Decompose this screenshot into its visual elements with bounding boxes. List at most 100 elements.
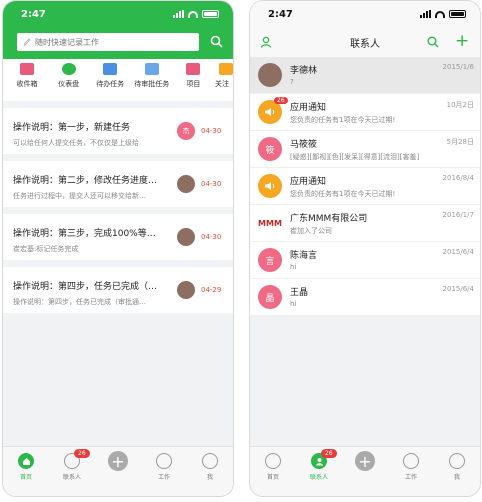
contact-date: 10月2日 <box>446 101 474 109</box>
contact-message: 您负责的任务有1项在今天已过期! <box>290 116 396 124</box>
unread-badge: 26 <box>274 97 288 104</box>
task-desc: 任务进行过程中，提交人还可以移交给新… <box>13 192 146 200</box>
contact-row[interactable]: 应用通知 您负责的任务有1项在今天已过期! 2016/8/4 <box>250 168 480 205</box>
profile-icon <box>202 453 218 469</box>
home-header: 2:47 <box>3 1 233 59</box>
tab-contacts[interactable]: 联系人 26 <box>52 449 92 496</box>
tab-label: 联系人 <box>309 474 328 481</box>
task-card[interactable]: 操作说明：第三步，完成100%等… 崔宏基:标记任务完成 04-30 <box>3 214 233 260</box>
task-date: 04-30 <box>201 233 222 241</box>
status-time: 2:47 <box>21 8 46 20</box>
tab-label: 联系人 <box>62 474 81 481</box>
compass-icon <box>403 453 419 469</box>
quick-inbox[interactable]: 收件箱 <box>7 63 47 101</box>
contact-row[interactable]: 筱 马筱筱 [疑惑][鄙视][色][发呆][得意][流泪][害羞] 5月28日 <box>250 131 480 168</box>
task-title: 操作说明：第四步，任务已完成（… <box>13 282 158 292</box>
tab-add[interactable]: + <box>345 451 385 496</box>
contact-row[interactable]: 李德林 ? 2015/1/6 <box>250 57 480 94</box>
edit-icon <box>23 37 31 46</box>
tab-label: 首页 <box>19 474 32 481</box>
dashboard-icon <box>61 63 76 75</box>
home-icon <box>265 453 281 469</box>
quick-dashboard[interactable]: 仪表盘 <box>49 63 89 101</box>
contact-row[interactable]: 26 应用通知 您负责的任务有1项在今天已过期! 10月2日 <box>250 94 480 131</box>
battery-icon <box>449 10 466 18</box>
contact-message: 崔加入了公司 <box>290 227 332 235</box>
tab-home[interactable]: 首页 <box>6 453 46 496</box>
contact-name: 应用通知 <box>290 103 327 113</box>
task-title: 操作说明：第三步，完成100%等… <box>13 229 156 239</box>
battery-icon <box>202 10 219 18</box>
quick-label: 待审批任务 <box>134 80 170 88</box>
add-icon[interactable]: + <box>455 31 469 51</box>
status-bar: 2:47 <box>3 1 233 27</box>
quick-approval[interactable]: 待审批任务 <box>132 63 172 101</box>
contact-message: 您负责的任务有1项在今天已过期! <box>290 190 396 198</box>
unread-badge: 26 <box>321 449 337 458</box>
tab-me[interactable]: 我 <box>437 453 477 496</box>
quick-record-input[interactable] <box>35 37 185 47</box>
contact-date: 2015/1/6 <box>442 63 474 71</box>
tab-me[interactable]: 我 <box>190 453 230 496</box>
search-icon[interactable] <box>427 36 439 48</box>
avatar: 言 <box>258 248 282 272</box>
notification-icon <box>258 174 282 198</box>
tab-contacts[interactable]: 联系人 26 <box>299 449 339 496</box>
contact-name: 广东MMM有限公司 <box>290 214 368 224</box>
profile-icon <box>449 453 465 469</box>
contact-row[interactable]: MMM 广东MMM有限公司 崔加入了公司 2016/1/7 <box>250 205 480 242</box>
tab-home[interactable]: 首页 <box>253 453 293 496</box>
unread-badge: 26 <box>74 449 90 458</box>
task-date: 04-29 <box>201 286 222 294</box>
quick-project[interactable]: 项目 <box>173 63 213 101</box>
quick-todo[interactable]: 待办任务 <box>90 63 130 101</box>
avatar: 晶 <box>258 285 282 309</box>
tab-work[interactable]: 工作 <box>391 453 431 496</box>
tab-bar: 首页 联系人 26 + 工作 我 <box>3 446 233 496</box>
status-time: 2:47 <box>268 8 293 20</box>
task-card[interactable]: 操作说明：第一步，新建任务 可以给任何人提交任务，不仅仅是上级给 杰 04-30 <box>3 108 233 154</box>
contact-name: 王晶 <box>290 288 309 298</box>
quick-label: 仪表盘 <box>58 80 80 88</box>
quick-record-search[interactable] <box>17 33 199 51</box>
contact-row[interactable]: 言 陈海言 hi 2015/6/4 <box>250 242 480 279</box>
inbox-icon <box>20 63 34 75</box>
todo-icon <box>103 63 118 75</box>
wifi-icon <box>188 10 198 18</box>
avatar <box>177 281 195 299</box>
avatar <box>177 228 195 246</box>
tab-label: 工作 <box>157 474 170 481</box>
contact-message: hi <box>290 300 297 308</box>
contact-message: hi <box>290 263 297 271</box>
contact-name: 应用通知 <box>290 177 327 187</box>
task-desc: 操作说明：第四步，任务已完成（审批通… <box>13 298 146 306</box>
contact-name: 马筱筱 <box>290 140 318 150</box>
search-icon[interactable] <box>210 35 223 48</box>
quick-label: 项目 <box>186 80 201 88</box>
tab-label: 工作 <box>404 474 417 481</box>
quick-actions-bar: 收件箱 仪表盘 待办任务 待审批任务 项目 关注 <box>3 59 233 101</box>
task-card[interactable]: 操作说明：第四步，任务已完成（… 操作说明：第四步，任务已完成（审批通… 04-… <box>3 267 233 313</box>
contact-date: 2015/6/4 <box>442 285 474 293</box>
project-icon <box>186 63 201 75</box>
status-icons <box>420 10 466 18</box>
page-title: 联系人 <box>350 39 380 50</box>
quick-follow[interactable]: 关注 <box>215 63 233 101</box>
plus-icon: + <box>108 451 128 471</box>
avatar <box>258 63 282 87</box>
contact-date: 5月28日 <box>446 138 474 146</box>
signal-icon <box>173 10 184 18</box>
contact-date: 2016/1/7 <box>442 211 474 219</box>
task-card[interactable]: 操作说明：第二步，修改任务进度… 任务进行过程中，提交人还可以移交给新… 04-… <box>3 161 233 207</box>
contact-name: 李德林 <box>290 66 318 76</box>
task-title: 操作说明：第二步，修改任务进度… <box>13 176 158 186</box>
compass-icon <box>156 453 172 469</box>
tab-label: 我 <box>453 474 460 481</box>
home-icon <box>18 453 34 469</box>
tab-work[interactable]: 工作 <box>144 453 184 496</box>
contact-message: ? <box>290 78 294 86</box>
tab-add[interactable]: + <box>98 451 138 496</box>
quick-label: 关注 <box>214 80 229 88</box>
contact-row[interactable]: 晶 王晶 hi 2015/6/4 <box>250 279 480 316</box>
contact-date: 2016/8/4 <box>442 174 474 182</box>
